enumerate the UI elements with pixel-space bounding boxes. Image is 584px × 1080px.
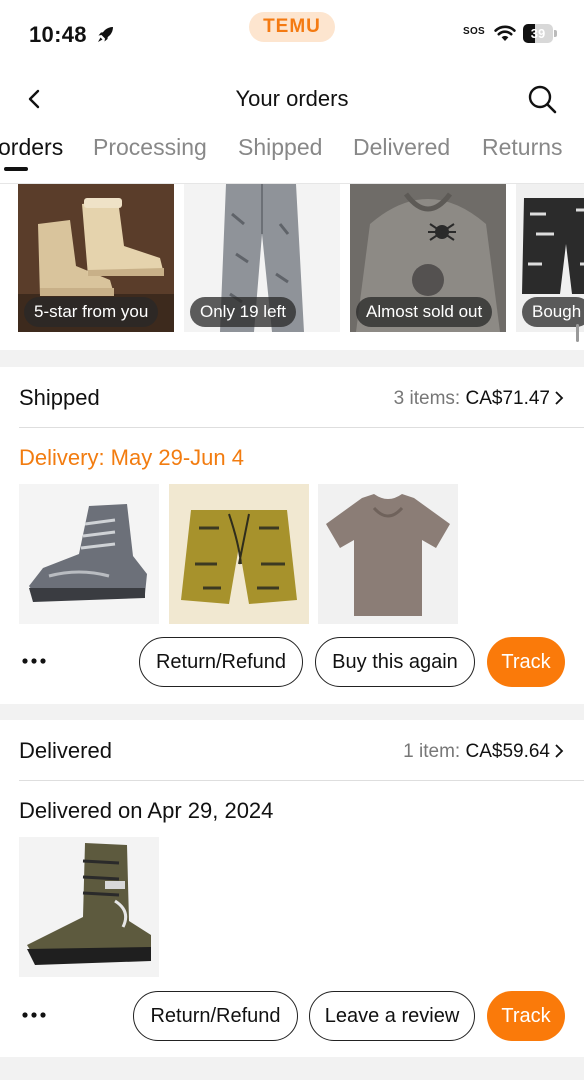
- tab-orders[interactable]: orders: [0, 134, 63, 161]
- brown-tshirt-image: [318, 484, 458, 624]
- battery-level: 39: [530, 26, 546, 41]
- order-status: Delivered: [19, 738, 112, 763]
- olive-combat-boot-image: [19, 837, 159, 977]
- wifi-icon: [494, 25, 516, 41]
- order-summary-link[interactable]: 1 item: CA$59.64: [403, 741, 564, 763]
- product-card-grey-jeans[interactable]: Only 19 left: [184, 184, 340, 332]
- more-options-icon[interactable]: [21, 657, 47, 665]
- item-thumb-bandana-shorts[interactable]: [169, 484, 309, 624]
- tab-processing[interactable]: Processing: [93, 134, 207, 161]
- track-button[interactable]: Track: [487, 637, 565, 687]
- item-count: 3 items:: [393, 388, 461, 409]
- order-summary-link[interactable]: 3 items: CA$71.47: [394, 388, 564, 410]
- active-tab-indicator: [4, 167, 28, 171]
- buy-again-button[interactable]: Buy this again: [315, 637, 475, 687]
- order-total: CA$59.64: [465, 741, 550, 762]
- item-thumb-brown-tshirt[interactable]: [318, 484, 458, 624]
- page-title: Your orders: [235, 86, 349, 111]
- order-tabs: orders Processing Shipped Delivered Retu…: [0, 132, 584, 184]
- brand-label: TEMU: [263, 16, 321, 37]
- sos-indicator: SOS: [463, 26, 486, 37]
- battery-indicator: 39: [523, 24, 557, 43]
- track-button[interactable]: Track: [487, 991, 565, 1041]
- strip-scrollbar[interactable]: [576, 324, 579, 342]
- tab-returns[interactable]: Returns: [482, 134, 563, 161]
- recent-products-strip: 5-star from you Only 19 left Almost sold…: [0, 184, 584, 350]
- product-card-tan-boots[interactable]: 5-star from you: [18, 184, 174, 332]
- item-thumb-grey-boot[interactable]: [19, 484, 159, 624]
- more-options-icon[interactable]: [21, 1011, 47, 1019]
- status-time: 10:48: [29, 22, 87, 47]
- return-refund-button[interactable]: Return/Refund: [133, 991, 298, 1041]
- item-count: 1 item:: [403, 741, 461, 762]
- search-icon[interactable]: [526, 83, 558, 115]
- status-bar: 10:48 TEMU SOS 39: [0, 0, 584, 66]
- product-badge: Bough: [522, 297, 584, 327]
- order-card-shipped[interactable]: Shipped 3 items: CA$71.47 Delivery: May …: [0, 367, 584, 704]
- divider: [19, 427, 584, 428]
- order-total: CA$71.47: [465, 388, 550, 409]
- product-card-bandana-shorts[interactable]: Bough: [516, 184, 584, 332]
- product-card-spider-hoodie[interactable]: Almost sold out: [350, 184, 506, 332]
- divider: [19, 780, 584, 781]
- header: Your orders: [0, 66, 584, 132]
- leave-review-button[interactable]: Leave a review: [309, 991, 475, 1041]
- item-thumb-olive-boot[interactable]: [19, 837, 159, 977]
- tab-delivered[interactable]: Delivered: [353, 134, 450, 161]
- product-badge: Almost sold out: [356, 297, 493, 327]
- product-badge: Only 19 left: [190, 297, 296, 327]
- product-badge: 5-star from you: [24, 297, 159, 327]
- tab-shipped[interactable]: Shipped: [238, 134, 322, 161]
- delivery-estimate: Delivery: May 29-Jun 4: [19, 445, 244, 470]
- chevron-right-icon: [555, 744, 564, 758]
- temu-brand-pill: TEMU: [249, 12, 335, 42]
- bandana-shorts-thumb-image: [169, 484, 309, 624]
- grey-hiking-boot-image: [19, 484, 159, 624]
- chevron-right-icon: [555, 391, 564, 405]
- return-refund-button[interactable]: Return/Refund: [139, 637, 303, 687]
- delivered-date: Delivered on Apr 29, 2024: [19, 798, 274, 823]
- rocket-icon: [98, 27, 113, 42]
- order-status: Shipped: [19, 385, 100, 410]
- order-card-delivered[interactable]: Delivered 1 item: CA$59.64 Delivered on …: [0, 720, 584, 1057]
